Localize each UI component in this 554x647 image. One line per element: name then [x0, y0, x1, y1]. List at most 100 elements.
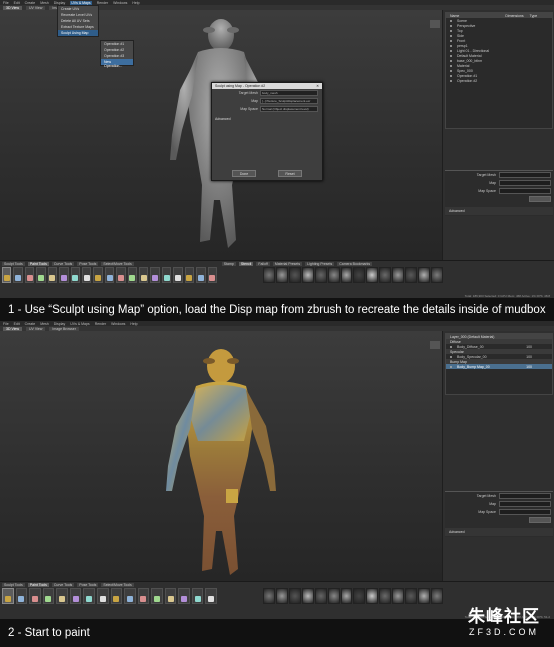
tool-button[interactable] — [124, 588, 136, 604]
tab-material-presets[interactable]: Material Presets — [272, 261, 303, 266]
menu-help[interactable]: Help — [130, 322, 137, 326]
stencil-thumbnail[interactable] — [392, 588, 405, 604]
stencil-thumbnail[interactable] — [314, 588, 327, 604]
stencil-thumbnail[interactable] — [366, 267, 379, 283]
tool-button[interactable] — [56, 588, 68, 604]
menu-windows[interactable]: Windows — [113, 1, 127, 5]
view-cube[interactable] — [430, 20, 440, 28]
done-button[interactable]: Done — [232, 170, 256, 177]
stencil-thumbnail[interactable] — [288, 588, 301, 604]
tool-button[interactable] — [42, 588, 55, 604]
menu-display[interactable]: Display — [54, 322, 65, 326]
tool-button[interactable] — [24, 267, 35, 283]
visibility-icon[interactable] — [450, 29, 452, 32]
tab-sculpt-tools[interactable]: Sculpt Tools — [2, 582, 25, 587]
map-space-field[interactable] — [499, 509, 551, 515]
tab-camera-bookmarks[interactable]: Camera Bookmarks — [337, 261, 373, 266]
visibility-icon[interactable] — [450, 49, 452, 52]
menu-render[interactable]: Render — [95, 322, 106, 326]
layer-row[interactable]: Body_Bump Map_00 100 — [446, 364, 552, 369]
stencil-thumbnail[interactable] — [275, 267, 288, 283]
visibility-icon[interactable] — [450, 79, 452, 82]
stencil-thumbnail[interactable] — [430, 588, 443, 604]
stencil-thumbnail[interactable] — [288, 267, 301, 283]
stencil-thumbnail[interactable] — [392, 267, 405, 283]
close-icon[interactable]: ✕ — [316, 84, 322, 88]
visibility-icon[interactable] — [450, 365, 452, 368]
menu-uvs-maps[interactable]: UVs & Maps — [70, 0, 92, 5]
tool-button[interactable] — [96, 588, 109, 604]
layer-opacity[interactable]: 100 — [526, 345, 552, 349]
tool-button[interactable] — [139, 267, 149, 283]
visibility-icon[interactable] — [450, 59, 452, 62]
apply-button[interactable] — [529, 517, 551, 523]
tool-button[interactable] — [191, 588, 204, 604]
visibility-icon[interactable] — [450, 19, 452, 22]
tool-button[interactable] — [196, 267, 206, 283]
stencil-thumbnail[interactable] — [263, 588, 275, 604]
tool-button[interactable] — [93, 267, 103, 283]
visibility-icon[interactable] — [450, 34, 452, 37]
tab-falloff[interactable]: Falloff — [256, 261, 270, 266]
visibility-icon[interactable] — [450, 69, 452, 72]
tool-button[interactable] — [47, 267, 58, 283]
menu-file[interactable]: File — [3, 1, 9, 5]
map-path-input[interactable]: [...]/Texture_Sculpt/displacement.exr — [260, 98, 318, 104]
stencil-thumbnail[interactable] — [263, 267, 275, 283]
tab-pose-tools[interactable]: Pose Tools — [77, 261, 99, 266]
tool-button[interactable] — [207, 267, 218, 283]
visibility-icon[interactable] — [450, 64, 452, 67]
target-mesh-field[interactable] — [499, 493, 551, 499]
tab-image-browser[interactable]: Image Browser — [49, 326, 79, 331]
tab-paint-tools[interactable]: Paint Tools — [27, 582, 49, 587]
advanced-section[interactable]: Advanced — [215, 117, 319, 121]
visibility-icon[interactable] — [450, 74, 452, 77]
tool-button[interactable] — [151, 588, 163, 604]
tool-button[interactable] — [69, 588, 82, 604]
visibility-icon[interactable] — [450, 355, 452, 358]
stencil-thumbnail[interactable] — [418, 588, 430, 604]
3d-viewport[interactable] — [0, 331, 442, 581]
tool-button[interactable] — [59, 267, 69, 283]
menu-create[interactable]: Create — [25, 322, 36, 326]
tool-button[interactable] — [2, 588, 14, 604]
menu-mesh[interactable]: Mesh — [40, 1, 49, 5]
stencil-thumbnail[interactable] — [430, 267, 443, 283]
stencil-thumbnail[interactable] — [340, 588, 353, 604]
tool-button[interactable] — [15, 588, 28, 604]
tool-button[interactable] — [184, 267, 195, 283]
menu-file[interactable]: File — [3, 322, 9, 326]
menu-render[interactable]: Render — [97, 1, 108, 5]
stencil-thumbnail[interactable] — [366, 588, 379, 604]
tab-select-move-tools[interactable]: Select/Move Tools — [101, 261, 134, 266]
menu-help[interactable]: Help — [132, 1, 139, 5]
menu-item-sculpt-using-map[interactable]: Sculpt Using Map — [58, 30, 98, 36]
tool-button[interactable] — [173, 267, 183, 283]
tab-curve-tools[interactable]: Curve Tools — [51, 582, 75, 587]
tool-button[interactable] — [164, 588, 177, 604]
view-cube[interactable] — [430, 341, 440, 349]
tool-button[interactable] — [2, 267, 12, 283]
map-field[interactable] — [499, 501, 551, 507]
visibility-icon[interactable] — [450, 24, 452, 27]
tool-button[interactable] — [150, 267, 160, 283]
stencil-thumbnail[interactable] — [301, 267, 314, 283]
tool-button[interactable] — [29, 588, 41, 604]
tool-button[interactable] — [127, 267, 138, 283]
stencil-thumbnail[interactable] — [301, 588, 314, 604]
tab-curve-tools[interactable]: Curve Tools — [51, 261, 75, 266]
visibility-icon[interactable] — [450, 44, 452, 47]
tab-pose-tools[interactable]: Pose Tools — [77, 582, 99, 587]
tool-button[interactable] — [36, 267, 46, 283]
target-mesh-field[interactable] — [499, 172, 551, 178]
stencil-thumbnail[interactable] — [327, 267, 340, 283]
tool-button[interactable] — [83, 588, 95, 604]
stencil-thumbnail[interactable] — [327, 588, 340, 604]
stencil-thumbnail[interactable] — [314, 267, 327, 283]
visibility-icon[interactable] — [450, 39, 452, 42]
tab-lighting-presets[interactable]: Lighting Presets — [305, 261, 335, 266]
stencil-thumbnail[interactable] — [353, 588, 366, 604]
menu-display[interactable]: Display — [54, 1, 65, 5]
tool-button[interactable] — [137, 588, 150, 604]
stencil-thumbnail[interactable] — [275, 588, 288, 604]
